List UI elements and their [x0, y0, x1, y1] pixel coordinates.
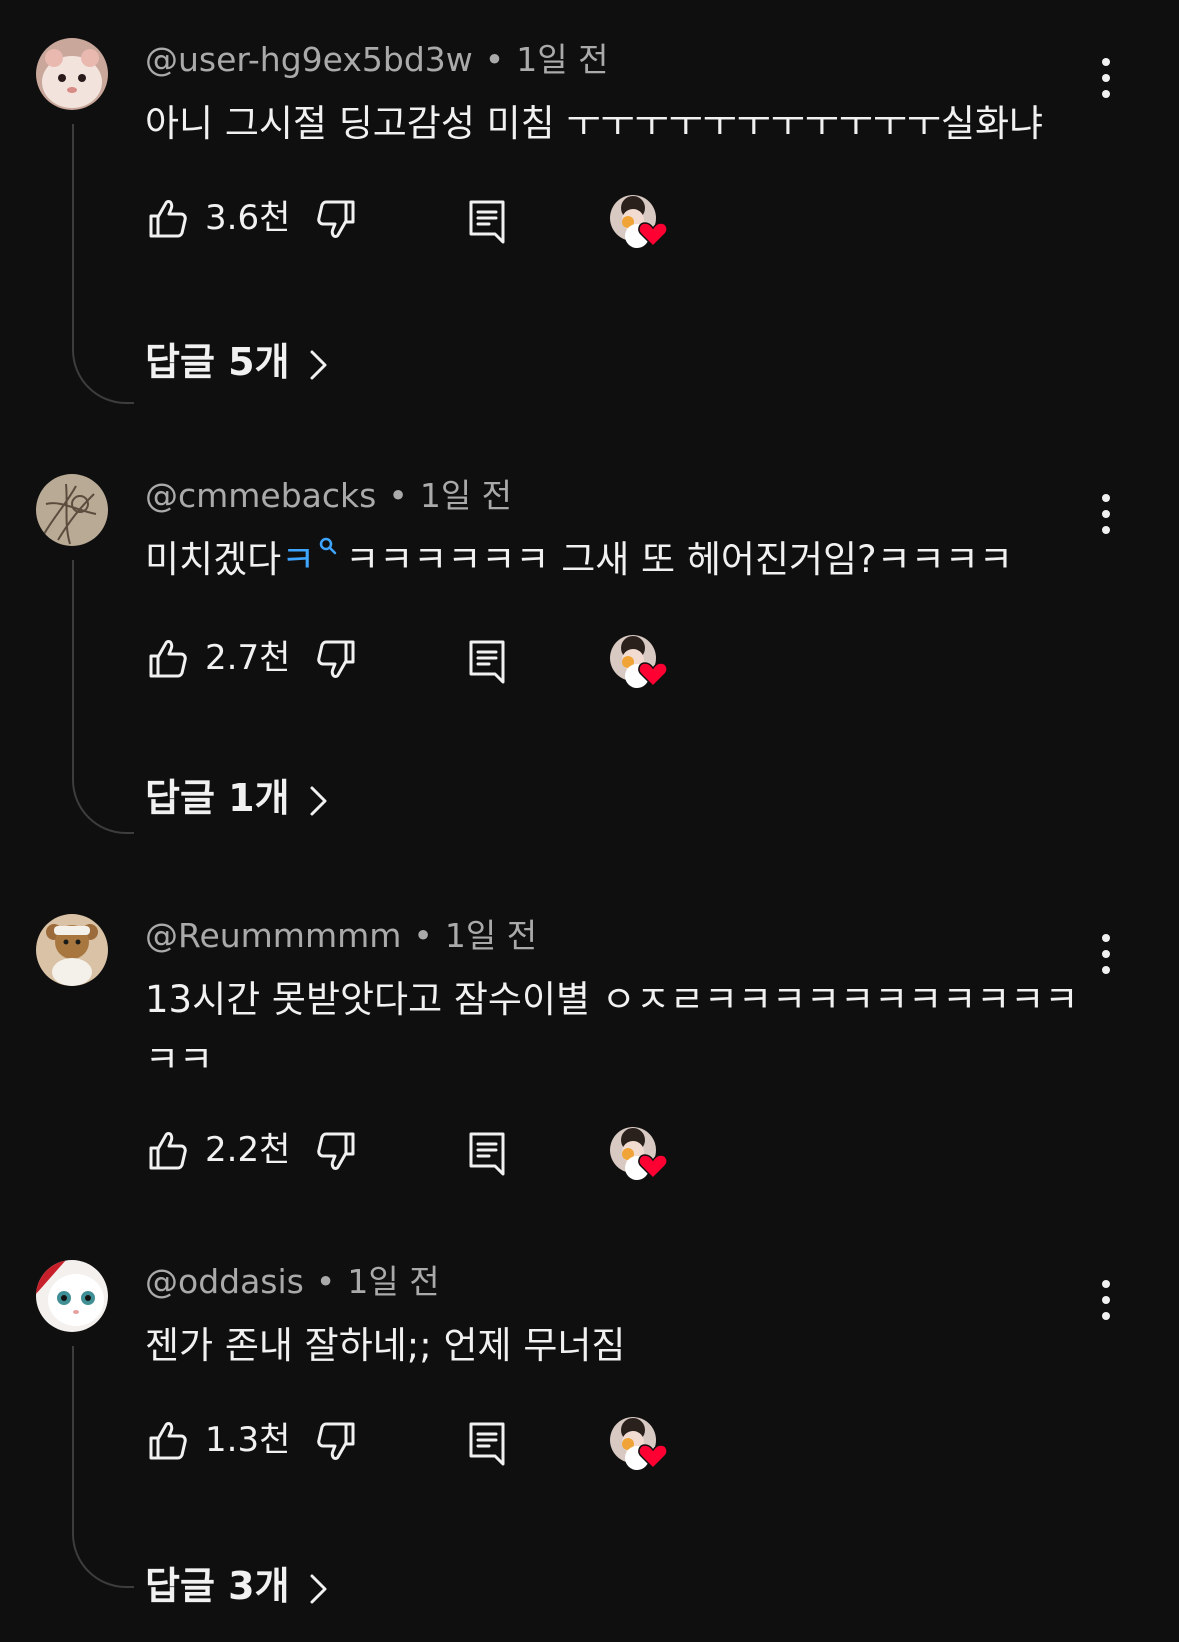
comment-meta: @Reummmmm • 1일 전 [145, 916, 537, 956]
comment-meta: @oddasis • 1일 전 [145, 1262, 440, 1302]
comment-text-part: ㅋㅋㅋㅋㅋㅋ 그새 또 헤어진거임?ㅋㅋㅋㅋ [345, 538, 1013, 581]
reply-icon[interactable] [467, 1130, 507, 1176]
separator-dot: • [413, 916, 433, 955]
view-replies-button[interactable]: 답글 5개 [145, 338, 328, 386]
teddy-bear-avatar-icon [36, 914, 108, 986]
reply-thread-line [72, 124, 134, 404]
replies-label: 답글 1개 [145, 776, 290, 820]
comment-author[interactable]: @cmmebacks [145, 476, 376, 515]
comment-time: 1일 전 [516, 40, 609, 79]
hamster-avatar-icon [36, 38, 108, 110]
comment-time: 1일 전 [347, 1262, 440, 1301]
reply-thread-line [72, 1346, 134, 1588]
comment-text: 아니 그시절 딩고감성 미침 ㅜㅜㅜㅜㅜㅜㅜㅜㅜㅜㅜ실화냐 [145, 102, 1044, 145]
like-icon[interactable] [145, 196, 189, 240]
creator-heart-icon [609, 634, 673, 688]
dislike-icon[interactable] [315, 198, 359, 242]
like-icon[interactable] [145, 1128, 189, 1172]
reply-icon[interactable] [467, 638, 507, 684]
chevron-right-icon [308, 785, 328, 817]
more-options-icon[interactable] [1092, 1278, 1120, 1322]
more-options-icon[interactable] [1092, 492, 1120, 536]
separator-dot: • [388, 476, 408, 515]
dislike-icon[interactable] [315, 638, 359, 682]
creator-heart-icon [609, 1416, 673, 1470]
comment-time: 1일 전 [419, 476, 513, 515]
search-link[interactable]: ㅋ [281, 537, 345, 581]
comment-actions: 2.7천 [145, 634, 705, 686]
avatar[interactable] [36, 38, 108, 110]
comment-text-part: 미치겠다 [145, 538, 282, 581]
chevron-right-icon [308, 349, 328, 381]
reply-thread-line [72, 560, 134, 834]
comment-actions: 3.6천 [145, 194, 705, 246]
comment-text: 젠가 존내 잘하네;; 언제 무너짐 [145, 1324, 626, 1367]
creator-heart-icon [609, 194, 673, 248]
separator-dot: • [315, 1262, 336, 1301]
search-link-text: ㅋ [281, 538, 316, 581]
reply-icon[interactable] [467, 1420, 507, 1466]
sketch-avatar-icon [36, 474, 108, 546]
view-replies-button[interactable]: 답글 1개 [145, 774, 328, 822]
replies-label: 답글 5개 [145, 340, 290, 384]
comment-actions: 2.2천 [145, 1126, 705, 1178]
dislike-icon[interactable] [315, 1130, 359, 1174]
white-cat-avatar-icon [36, 1260, 108, 1332]
more-options-icon[interactable] [1092, 932, 1120, 976]
reply-icon[interactable] [467, 198, 507, 244]
avatar[interactable] [36, 1260, 108, 1332]
comment-meta: @user-hg9ex5bd3w • 1일 전 [145, 40, 608, 80]
avatar[interactable] [36, 474, 108, 546]
separator-dot: • [484, 40, 505, 79]
like-count: 2.2천 [205, 1130, 291, 1170]
like-icon[interactable] [145, 636, 189, 680]
more-options-icon[interactable] [1092, 56, 1120, 100]
replies-label: 답글 3개 [145, 1564, 290, 1608]
like-icon[interactable] [145, 1418, 189, 1462]
comment-text: 미치겠다ㅋ ㅋㅋㅋㅋㅋㅋ 그새 또 헤어진거임?ㅋㅋㅋㅋ [145, 530, 1105, 590]
avatar[interactable] [36, 914, 108, 986]
comment-author[interactable]: @oddasis [145, 1262, 304, 1301]
dislike-icon[interactable] [315, 1420, 359, 1464]
creator-heart-icon [609, 1126, 673, 1180]
like-count: 3.6천 [205, 198, 291, 238]
like-count: 1.3천 [205, 1420, 291, 1460]
like-count: 2.7천 [205, 638, 291, 678]
comment-time: 1일 전 [444, 916, 538, 955]
comment-author[interactable]: @user-hg9ex5bd3w [145, 40, 473, 79]
comment-author[interactable]: @Reummmmm [145, 916, 401, 955]
search-icon [319, 537, 337, 555]
comment-actions: 1.3천 [145, 1416, 705, 1468]
chevron-right-icon [308, 1573, 328, 1605]
comment-text: 13시간 못받앗다고 잠수이별 ㅇㅈㄹㅋㅋㅋㅋㅋㅋㅋㅋㅋㅋㅋㅋㅋ [145, 978, 1079, 1081]
view-replies-button[interactable]: 답글 3개 [145, 1562, 328, 1610]
comment-meta: @cmmebacks • 1일 전 [145, 476, 512, 516]
